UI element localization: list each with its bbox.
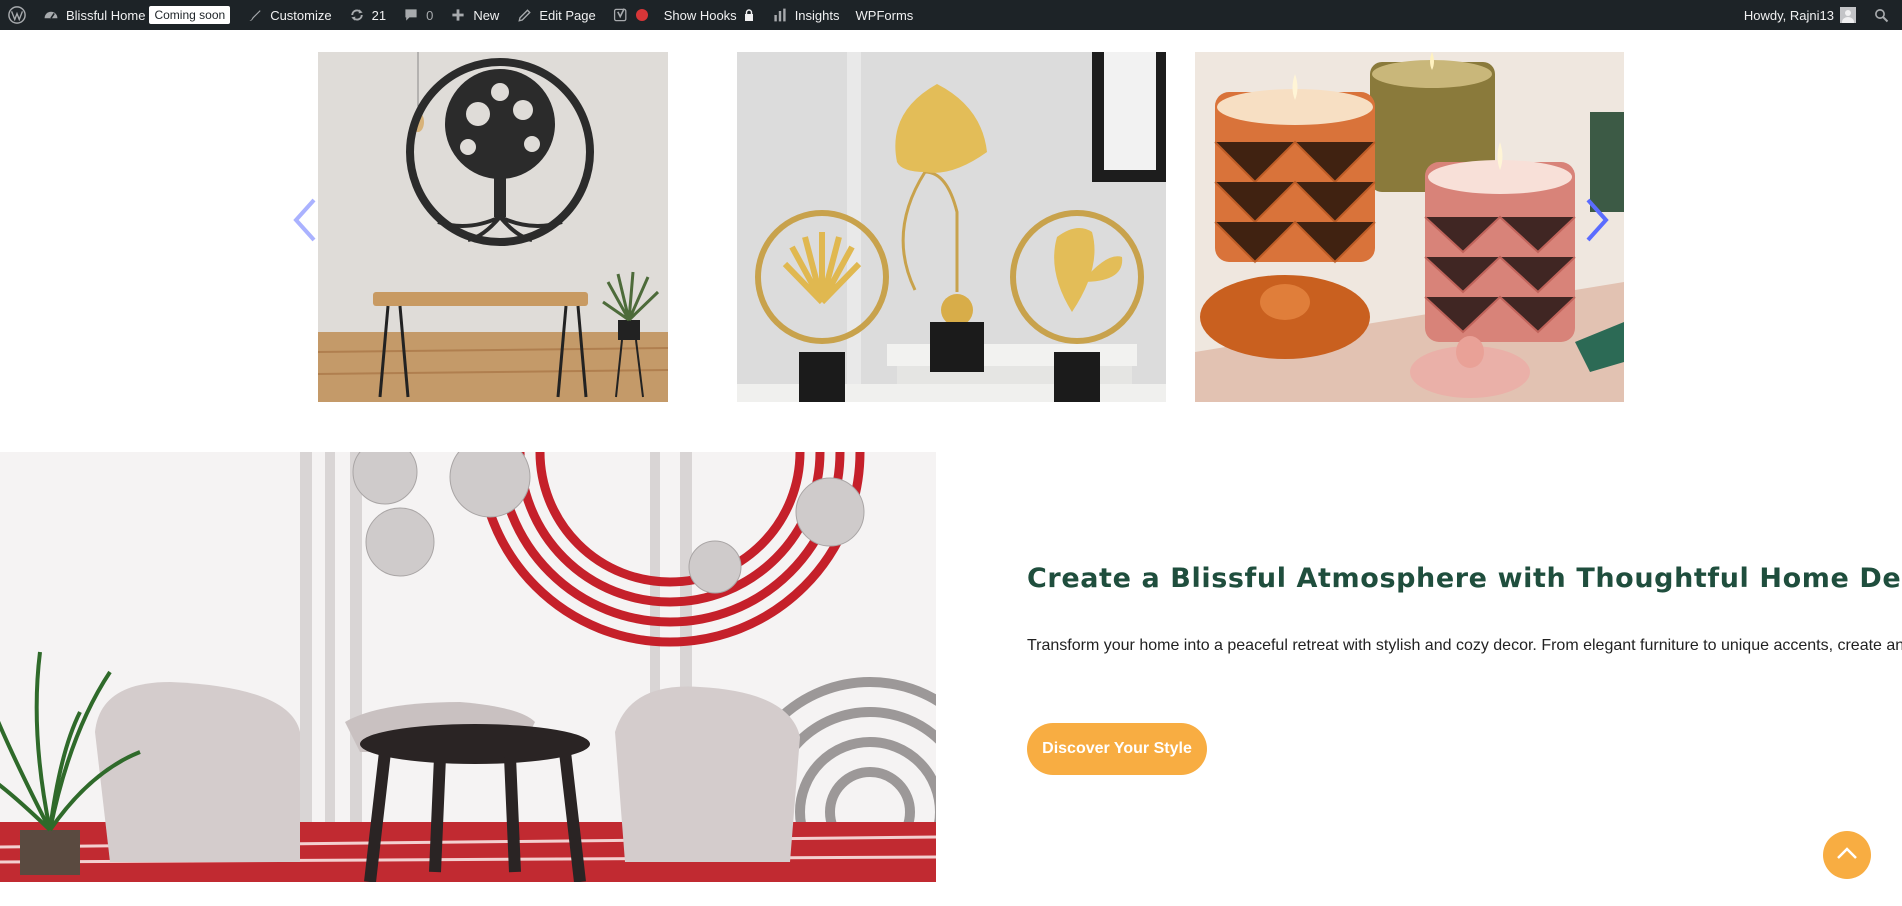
site-name-label: Blissful Home xyxy=(66,7,146,23)
feature-heading: Create a Blissful Atmosphere with Though… xyxy=(1027,563,1902,594)
customize-link[interactable]: Customize xyxy=(238,0,339,30)
edit-page-label: Edit Page xyxy=(539,7,596,23)
updates-count: 21 xyxy=(371,7,387,23)
insights-label: Insights xyxy=(794,7,840,23)
search-icon xyxy=(1872,6,1890,24)
comments-count: 0 xyxy=(426,7,434,23)
wpforms-label: WPForms xyxy=(855,7,914,23)
bar-chart-icon xyxy=(771,6,789,24)
site-name-menu[interactable]: Blissful Home Coming soon xyxy=(34,0,238,30)
gold-sculptures-image xyxy=(737,52,1166,402)
carousel-slide-gold-sculptures[interactable] xyxy=(737,52,1166,402)
feature-interior-image xyxy=(0,452,936,882)
new-content-menu[interactable]: New xyxy=(441,0,507,30)
coming-soon-badge[interactable]: Coming soon xyxy=(149,6,231,24)
wp-logo-menu[interactable] xyxy=(0,0,34,30)
lock-icon xyxy=(743,6,755,24)
customize-label: Customize xyxy=(270,7,332,23)
comment-icon xyxy=(402,6,420,24)
wordpress-logo-icon xyxy=(8,6,26,24)
insights-menu[interactable]: Insights xyxy=(763,0,848,30)
refresh-icon xyxy=(348,6,366,24)
admin-bar: Blissful Home Coming soon Customize 21 0… xyxy=(0,0,1902,30)
carousel-slide-glass-candles[interactable] xyxy=(1195,52,1624,402)
brush-icon xyxy=(246,6,264,24)
decor-carousel xyxy=(0,30,1902,430)
chevron-up-icon xyxy=(1836,846,1858,865)
scroll-to-top-button[interactable] xyxy=(1823,831,1871,879)
avatar xyxy=(1840,7,1856,23)
show-hooks-label: Show Hooks xyxy=(663,7,737,23)
plus-icon xyxy=(449,6,467,24)
carousel-slide-tree-wall-art[interactable] xyxy=(318,52,668,402)
dashboard-icon xyxy=(42,6,60,24)
chevron-right-icon xyxy=(1584,198,1610,247)
tree-wall-art-image xyxy=(318,52,668,402)
yoast-icon xyxy=(612,6,630,24)
my-account-menu[interactable]: Howdy, Rajni13 xyxy=(1736,0,1864,30)
new-label: New xyxy=(473,7,500,23)
discover-style-button[interactable]: Discover Your Style xyxy=(1027,723,1207,775)
chevron-left-icon xyxy=(292,198,318,247)
carousel-next-button[interactable] xyxy=(1582,198,1612,246)
feature-description: Transform your home into a peaceful retr… xyxy=(1027,637,1902,654)
comments-link[interactable]: 0 xyxy=(394,0,441,30)
pencil-icon xyxy=(515,6,533,24)
edit-page-link[interactable]: Edit Page xyxy=(507,0,603,30)
glass-candles-image xyxy=(1195,52,1624,402)
updates-link[interactable]: 21 xyxy=(340,0,394,30)
howdy-label: Howdy, Rajni13 xyxy=(1743,7,1834,23)
wpforms-menu[interactable]: WPForms xyxy=(848,0,922,30)
seo-status-dot xyxy=(635,9,648,21)
show-hooks-toggle[interactable]: Show Hooks xyxy=(656,0,763,30)
yoast-menu[interactable] xyxy=(604,0,656,30)
carousel-prev-button[interactable] xyxy=(290,198,320,246)
admin-search[interactable] xyxy=(1864,0,1902,30)
